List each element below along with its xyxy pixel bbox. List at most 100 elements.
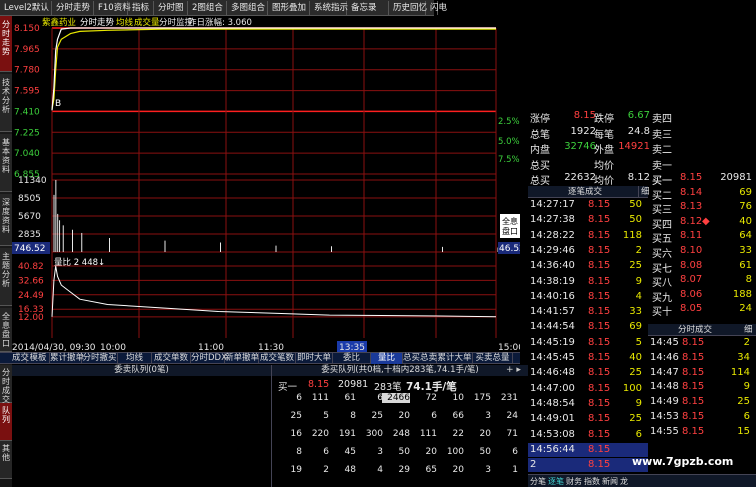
- queue-cell: 20: [425, 447, 437, 457]
- queue-side-tab[interactable]: 其他: [0, 441, 12, 479]
- indicator-tab[interactable]: 成交笔数: [259, 353, 296, 364]
- buy-level-mark: ◆: [702, 215, 710, 227]
- indicator-tab[interactable]: 成交单数: [152, 353, 191, 364]
- indicator-tab[interactable]: 累计大单: [437, 353, 473, 364]
- buy-level-price: 8.07: [680, 274, 703, 286]
- indicator-tab[interactable]: 新单撤单: [225, 353, 259, 364]
- tick-time: 14:44:54: [530, 321, 575, 333]
- vertical-tab[interactable]: 技术分析: [0, 74, 12, 132]
- queue-cell: 4: [377, 465, 383, 475]
- vertical-tab[interactable]: 全息盘口: [0, 308, 12, 352]
- indicator-tab[interactable]: 即时大单: [296, 353, 333, 364]
- tick-vol: 100: [622, 382, 642, 394]
- bottom-right-tab[interactable]: 财务: [566, 476, 582, 487]
- queue-cell: 111: [311, 393, 329, 403]
- vertical-tab[interactable]: 深度资料: [0, 194, 12, 246]
- toolbar-item[interactable]: 历史回忆: [391, 1, 427, 15]
- ticks-list: 14:27:17 8.15 50 14:27:38 8.15 50 14:28:22 8.15…: [528, 199, 648, 473]
- chart-header-item: 成交量: [134, 17, 160, 28]
- bottom-right-tab[interactable]: 分笔: [530, 476, 546, 487]
- toolbar-item[interactable]: 闪电: [428, 1, 447, 15]
- indicator-tab[interactable]: 买卖总量: [473, 353, 513, 364]
- queue-cell: 72: [425, 393, 437, 403]
- queue-cell: 8: [350, 411, 356, 421]
- queue-cell: 20: [398, 411, 410, 421]
- bottom-right-tab[interactable]: 龙: [620, 476, 628, 487]
- buy-level-name: 买一: [652, 176, 672, 187]
- toolbar-item[interactable]: 指标: [130, 1, 154, 15]
- vol-label: 11340: [18, 176, 47, 186]
- indicator-tab[interactable]: 累计撤单: [50, 353, 84, 364]
- buy-level-name: 买七: [652, 263, 672, 275]
- bottom-right-tab[interactable]: 指数: [584, 476, 600, 487]
- toolbar-item[interactable]: 分时走势: [54, 1, 94, 15]
- buy-level-price: 8.08: [680, 259, 703, 271]
- price-label: 7.780: [14, 66, 40, 76]
- tick-time: 14:40:16: [530, 290, 575, 302]
- indicator-tab[interactable]: 量比: [371, 353, 403, 364]
- vertical-tab[interactable]: 主题分析: [0, 248, 12, 306]
- buy-level-price: 8.15: [680, 172, 703, 183]
- queue-cell: 29: [398, 465, 410, 475]
- queue-controls[interactable]: + ▸: [506, 365, 521, 375]
- queue-cell: 16: [290, 429, 302, 439]
- queue-cell: 10: [452, 393, 464, 403]
- buy-marker: B: [55, 99, 61, 109]
- toolbar-item[interactable]: 分时图: [156, 1, 188, 15]
- time-label: 11:00: [198, 343, 224, 352]
- queue-cell: 3: [485, 465, 491, 475]
- indicator-tab[interactable]: 总买总卖: [403, 353, 437, 364]
- timetrade-price: 8.15: [682, 366, 705, 378]
- tick-vol: 9: [635, 275, 642, 287]
- buy-queue-rows: 6 111 61 6 2466 72 10 175 231 25 5 8 25 20 6 66 3 24 16 220…: [272, 393, 528, 487]
- ratio-label: 24.49: [18, 291, 44, 301]
- tick-time: 14:45:19: [530, 336, 575, 348]
- timetrade-time: 14:47: [650, 366, 679, 378]
- summary-value: 1922: [570, 125, 596, 137]
- pct-label: 2.5%: [498, 117, 520, 127]
- queue-cell: 8: [296, 447, 302, 457]
- buy-level-name: 买九: [652, 292, 672, 304]
- buy-level-name: 买三: [652, 205, 672, 217]
- vertical-tab[interactable]: 基本资料: [0, 134, 12, 192]
- queue-side-tab[interactable]: 队列: [0, 403, 12, 441]
- toolbar-item[interactable]: F10资料: [96, 1, 131, 15]
- buy-level-vol: 64: [739, 230, 752, 242]
- tick-time: 14:29:46: [530, 244, 575, 256]
- buy-queue-head: 买一 8.15 20981 283笔 74.1手/笔: [276, 379, 526, 393]
- queue-head-avg: 74.1手/笔: [406, 381, 457, 393]
- toolbar-item[interactable]: 备忘录: [349, 1, 389, 15]
- toolbar-item[interactable]: 2图组合: [190, 1, 227, 15]
- tick-time: 14:49:01: [530, 413, 575, 425]
- toolbar-item[interactable]: 多图组合: [229, 1, 268, 15]
- ticks-tab[interactable]: 细: [638, 186, 650, 198]
- toolbar-item[interactable]: Level2默认: [2, 1, 52, 15]
- summary-key: 涨停: [530, 114, 550, 125]
- toolbar-item[interactable]: 图形叠加: [270, 1, 310, 15]
- buy-level-price: 8.14: [680, 186, 703, 198]
- timetrade-price: 8.15: [682, 351, 705, 363]
- bottom-right-tab[interactable]: 新闻: [602, 476, 618, 487]
- queue-cell: 3: [377, 447, 383, 457]
- indicator-tab[interactable]: 模板: [27, 353, 50, 364]
- tick-time: 14:38:19: [530, 275, 575, 287]
- chart-header-item: 昨日涨幅: 3.060: [188, 17, 252, 28]
- queue-cell: 19: [290, 465, 302, 475]
- indicator-tab[interactable]: 委比: [333, 353, 371, 364]
- queue-cell: 231: [500, 393, 518, 403]
- indicator-tab[interactable]: 均线: [118, 353, 152, 364]
- queue-cell: 50: [398, 447, 410, 457]
- bottom-right-tab[interactable]: 逐笔: [548, 476, 564, 487]
- queue-side-tab[interactable]: 分时成交: [0, 365, 12, 404]
- queue-cell: 20: [452, 465, 464, 475]
- intraday-chart[interactable]: 紫鑫药业 分时走势 均线 成交量 分时监控昨日涨幅: 3.0608.1507.9657.…: [12, 16, 520, 352]
- indicator-tab[interactable]: 分时撤买: [82, 353, 118, 364]
- chart-header-item: 紫鑫药业: [42, 17, 76, 28]
- vertical-tab[interactable]: 分时走势: [0, 16, 12, 72]
- indicator-tab[interactable]: 分时DDX: [191, 353, 227, 364]
- queue-cell: 5: [323, 411, 329, 421]
- toolbar-item[interactable]: 系统指示: [312, 1, 348, 15]
- time-trade-tab[interactable]: 细: [744, 324, 753, 336]
- tick-vol: 2: [635, 244, 642, 256]
- indicator-tab[interactable]: 成交: [12, 353, 29, 364]
